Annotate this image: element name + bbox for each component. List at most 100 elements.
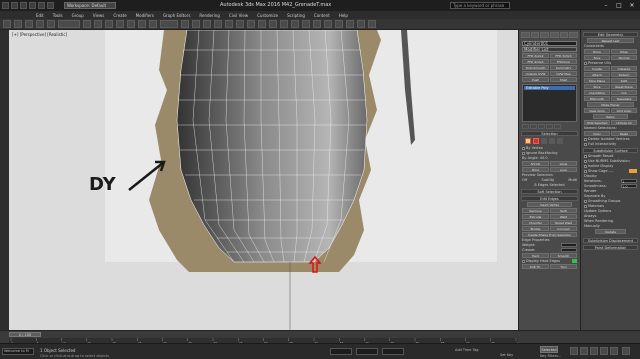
paste-button[interactable]: Paste bbox=[611, 131, 637, 136]
set-key-label[interactable]: Set Key bbox=[500, 353, 513, 357]
modifier-button[interactable]: FFD(box) bbox=[550, 59, 577, 64]
quickslice-button[interactable]: QuickSlice bbox=[584, 90, 610, 95]
weight-spinner[interactable] bbox=[561, 243, 577, 247]
reference-coordinate-dropdown[interactable] bbox=[160, 20, 178, 28]
collapse-button[interactable]: Collapse bbox=[611, 66, 637, 71]
menu-graph-editors[interactable]: Graph Editors bbox=[163, 13, 190, 18]
keyboard-shortcut-icon[interactable] bbox=[203, 20, 211, 28]
configure-modifier-sets-icon[interactable] bbox=[554, 124, 561, 129]
perspective-viewport[interactable]: [+] [Perspective] [Realistic] DY bbox=[9, 30, 518, 330]
weld-button[interactable]: Weld bbox=[550, 214, 577, 219]
menu-create[interactable]: Create bbox=[113, 13, 126, 18]
slice-button[interactable]: Slice bbox=[584, 84, 610, 89]
percent-snap-icon[interactable] bbox=[236, 20, 244, 28]
tessellate-button[interactable]: Tessellate bbox=[611, 96, 637, 101]
extrude-button[interactable]: Extrude bbox=[522, 214, 549, 219]
edit-tri-button[interactable]: Edit Tri. bbox=[522, 264, 549, 269]
select-manipulate-icon[interactable] bbox=[192, 20, 200, 28]
create-button[interactable]: Create bbox=[584, 66, 610, 71]
modifier-button[interactable]: Push bbox=[522, 77, 549, 82]
preview-off-radio[interactable]: Off bbox=[522, 178, 527, 182]
play-icon[interactable] bbox=[590, 347, 598, 355]
menu-content[interactable]: Content bbox=[314, 13, 330, 18]
undo-icon[interactable] bbox=[38, 2, 45, 9]
detach-button[interactable]: Detach bbox=[611, 72, 637, 77]
named-selection-sets-icon[interactable] bbox=[258, 20, 266, 28]
split-checkbox[interactable]: Split bbox=[611, 78, 637, 83]
redo-icon[interactable] bbox=[47, 2, 54, 9]
x-coordinate-field[interactable] bbox=[330, 348, 352, 355]
new-file-icon[interactable] bbox=[11, 2, 18, 9]
bridge-button[interactable]: Bridge bbox=[522, 226, 549, 231]
connect-button[interactable]: Connect bbox=[550, 226, 577, 231]
stack-item-editable-poly[interactable]: Editable Poly bbox=[524, 86, 575, 90]
preview-multi-radio[interactable]: Multi bbox=[568, 178, 577, 182]
modifier-button[interactable]: Unwrap UVW bbox=[522, 71, 549, 76]
loop-button[interactable]: Loop bbox=[550, 167, 577, 172]
msmooth-button[interactable]: MSmooth bbox=[584, 96, 610, 101]
by-angle-row[interactable]: By Angle: 45.0 bbox=[522, 156, 577, 160]
create-tab-icon[interactable] bbox=[521, 32, 530, 38]
selection-filter-dropdown[interactable] bbox=[58, 20, 80, 28]
smoothing-groups-row[interactable]: Smoothing Groups bbox=[584, 199, 637, 203]
display-hard-edges-checkbox[interactable] bbox=[522, 259, 525, 263]
menu-edit[interactable]: Edit bbox=[36, 13, 44, 18]
vertex-level-icon[interactable] bbox=[541, 138, 547, 144]
go-to-start-icon[interactable] bbox=[570, 347, 578, 355]
schematic-view-icon[interactable] bbox=[324, 20, 332, 28]
menu-scripting[interactable]: Scripting bbox=[287, 13, 305, 18]
open-file-icon[interactable] bbox=[20, 2, 27, 9]
always-row[interactable]: Always bbox=[584, 214, 637, 218]
cage-color-swatch[interactable] bbox=[629, 169, 637, 173]
render-production-icon[interactable] bbox=[368, 20, 376, 28]
manually-row[interactable]: Manually bbox=[584, 224, 637, 228]
hard-button[interactable]: Hard bbox=[522, 253, 549, 258]
modifier-stack[interactable]: Editable Poly bbox=[522, 84, 577, 122]
smoothing-groups-checkbox[interactable] bbox=[584, 199, 587, 203]
make-unique-icon[interactable] bbox=[538, 124, 545, 129]
ring-button[interactable]: Ring bbox=[522, 167, 549, 172]
polygon-level-icon[interactable] bbox=[549, 138, 555, 144]
modifier-button[interactable]: FFD 2x2x2 bbox=[522, 53, 549, 58]
spinner-snap-icon[interactable] bbox=[247, 20, 255, 28]
bind-space-warp-icon[interactable] bbox=[47, 20, 55, 28]
chamfer-button[interactable]: Chamfer bbox=[522, 220, 549, 225]
hard-edge-color-swatch[interactable] bbox=[572, 259, 577, 263]
element-level-icon[interactable] bbox=[557, 138, 563, 144]
app-logo-icon[interactable] bbox=[2, 2, 9, 9]
remove-button[interactable]: Remove bbox=[522, 208, 549, 213]
z-coordinate-field[interactable] bbox=[382, 348, 404, 355]
menu-civil-view[interactable]: Civil View bbox=[229, 13, 248, 18]
full-interactivity-checkbox[interactable] bbox=[584, 142, 587, 146]
hide-selected-button[interactable]: Hide Selected bbox=[584, 120, 610, 125]
snaps-toggle-icon[interactable] bbox=[214, 20, 222, 28]
show-cage-checkbox[interactable] bbox=[584, 169, 587, 173]
edit-geometry-rollout[interactable]: Edit Geometry bbox=[583, 32, 638, 37]
move-icon[interactable] bbox=[127, 20, 135, 28]
smooth-button[interactable]: Smooth bbox=[550, 253, 577, 258]
shrink-button[interactable]: Shrink bbox=[522, 161, 549, 166]
unlink-icon[interactable] bbox=[36, 20, 44, 28]
pin-stack-icon[interactable] bbox=[522, 124, 529, 129]
insert-vertex-button[interactable]: Insert Vertex bbox=[527, 202, 572, 207]
modifier-button[interactable]: Symmetry bbox=[550, 65, 577, 70]
full-interactivity-row[interactable]: Full Interactivity bbox=[584, 142, 637, 146]
constraint-none-radio[interactable]: None bbox=[584, 49, 610, 54]
use-nurms-checkbox[interactable] bbox=[584, 159, 587, 163]
smooth-result-checkbox[interactable] bbox=[584, 154, 587, 158]
by-vertex-checkbox[interactable] bbox=[522, 146, 525, 150]
edge-level-icon[interactable] bbox=[525, 138, 531, 144]
close-button[interactable]: ✕ bbox=[626, 1, 638, 10]
update-button[interactable]: Update bbox=[595, 229, 626, 234]
by-vertex-row[interactable]: By Vertex bbox=[522, 146, 577, 150]
selection-rollout-header[interactable]: Selection bbox=[521, 131, 578, 136]
modify-tab-icon[interactable] bbox=[530, 32, 540, 38]
constraint-face-radio[interactable]: Face bbox=[584, 55, 610, 60]
delete-isolated-checkbox[interactable] bbox=[584, 137, 587, 141]
ignore-backfacing-checkbox[interactable] bbox=[522, 151, 525, 155]
rendered-frame-icon[interactable] bbox=[357, 20, 365, 28]
modifier-button[interactable]: Shell bbox=[550, 77, 577, 82]
workspace-dropdown[interactable]: Workspace: Default bbox=[64, 2, 116, 9]
delete-isolated-row[interactable]: Delete Isolated Vertices bbox=[584, 137, 637, 141]
iterations-spinner[interactable]: 1 bbox=[621, 179, 637, 184]
